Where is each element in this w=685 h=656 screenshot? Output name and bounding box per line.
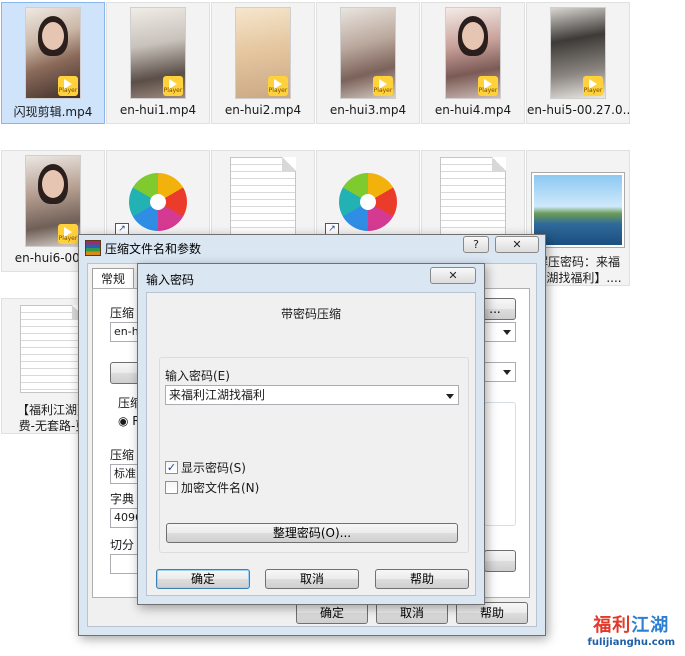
player-badge-icon: Player <box>58 76 78 96</box>
dict-label: 字典 <box>110 492 135 506</box>
compress-help-button[interactable]: 帮助 <box>456 602 528 624</box>
document-icon <box>440 157 506 245</box>
video-thumbnail: Player <box>550 7 606 99</box>
password-cancel-button[interactable]: 取消 <box>265 569 359 589</box>
close-icon[interactable]: ✕ <box>495 236 539 253</box>
file-name: 闪现剪辑.mp4 <box>13 105 93 119</box>
help-title-button[interactable]: ? <box>463 236 489 253</box>
password-dialog-heading: 带密码压缩 <box>280 307 341 321</box>
password-ok-button[interactable]: 确定 <box>156 569 250 589</box>
file-name: en-hui3.mp4 <box>329 103 407 117</box>
player-badge-icon: Player <box>268 76 288 96</box>
organize-passwords-button[interactable]: 整理密码(O)... <box>166 523 458 543</box>
pinwheel-icon <box>339 173 397 231</box>
password-input[interactable]: 来福利江湖找福利 <box>165 385 459 405</box>
video-thumbnail: Player <box>340 7 396 99</box>
document-icon <box>230 157 296 245</box>
password-dialog-titlebar[interactable]: 输入密码 ✕ <box>138 264 484 290</box>
file-item-en-hui2[interactable]: Player en-hui2.mp4 <box>211 2 315 124</box>
password-label: 输入密码(E) <box>165 369 230 383</box>
options-groupbox <box>484 402 516 526</box>
profiles-button[interactable] <box>110 362 140 384</box>
watermark-logo: 福利江湖 fulijianghu.com <box>588 611 675 648</box>
watermark-domain: fulijianghu.com <box>587 637 675 648</box>
file-item-en-hui5[interactable]: Player en-hui5-00.27.0... <box>526 2 630 124</box>
compress-dialog-titlebar[interactable]: 压缩文件名和参数 ? ✕ <box>79 235 545 261</box>
set-password-button[interactable] <box>484 550 516 572</box>
document-icon <box>20 305 86 393</box>
close-icon[interactable]: ✕ <box>430 267 476 284</box>
player-badge-icon: Player <box>163 76 183 96</box>
encrypt-names-checkbox[interactable] <box>165 481 178 494</box>
player-badge-icon: Player <box>478 76 498 96</box>
file-name: en-hui5-00.27.0... <box>527 103 629 117</box>
pinwheel-icon <box>129 173 187 231</box>
archive-name-label: 压缩 <box>110 306 135 320</box>
file-name: en-hui4.mp4 <box>434 103 512 117</box>
file-item-shanxian[interactable]: Player 闪现剪辑.mp4 <box>1 2 105 124</box>
archive-name-dropdown[interactable] <box>484 322 516 342</box>
watermark-text-blue: 江湖 <box>631 615 670 636</box>
video-thumbnail: Player <box>25 155 81 247</box>
video-thumbnail: Player <box>25 7 81 99</box>
chevron-down-icon <box>503 370 511 375</box>
show-password-label: 显示密码(S) <box>181 461 246 475</box>
player-badge-icon: Player <box>583 76 603 96</box>
split-label: 切分 <box>110 538 135 552</box>
player-badge-icon: Player <box>58 224 78 244</box>
file-name: en-hui2.mp4 <box>224 103 302 117</box>
file-item-en-hui3[interactable]: Player en-hui3.mp4 <box>316 2 420 124</box>
player-badge-icon: Player <box>373 76 393 96</box>
file-name: en-hui1.mp4 <box>119 103 197 117</box>
watermark-text-red: 福利 <box>593 615 632 636</box>
chevron-down-icon <box>503 330 511 335</box>
compress-ok-button[interactable]: 确定 <box>296 602 368 624</box>
password-dialog: 输入密码 ✕ 带密码压缩 输入密码(E) 来福利江湖找福利 ✓ 显示密码(S) … <box>137 263 485 605</box>
video-thumbnail: Player <box>235 7 291 99</box>
encrypt-names-label: 加密文件名(N) <box>181 481 260 495</box>
method-label: 压缩 <box>110 448 135 462</box>
tab-general[interactable]: 常规 <box>92 268 135 288</box>
password-dialog-title: 输入密码 <box>146 273 195 287</box>
compress-cancel-button[interactable]: 取消 <box>376 602 448 624</box>
update-mode-dropdown[interactable] <box>484 362 516 382</box>
compress-dialog-title: 压缩文件名和参数 <box>105 242 202 256</box>
password-help-button[interactable]: 帮助 <box>375 569 469 589</box>
chevron-down-icon[interactable] <box>446 394 454 399</box>
show-password-checkbox[interactable]: ✓ <box>165 461 178 474</box>
video-thumbnail: Player <box>445 7 501 99</box>
winrar-icon <box>85 240 101 256</box>
file-item-en-hui1[interactable]: Player en-hui1.mp4 <box>106 2 210 124</box>
video-thumbnail: Player <box>130 7 186 99</box>
file-item-en-hui4[interactable]: Player en-hui4.mp4 <box>421 2 525 124</box>
